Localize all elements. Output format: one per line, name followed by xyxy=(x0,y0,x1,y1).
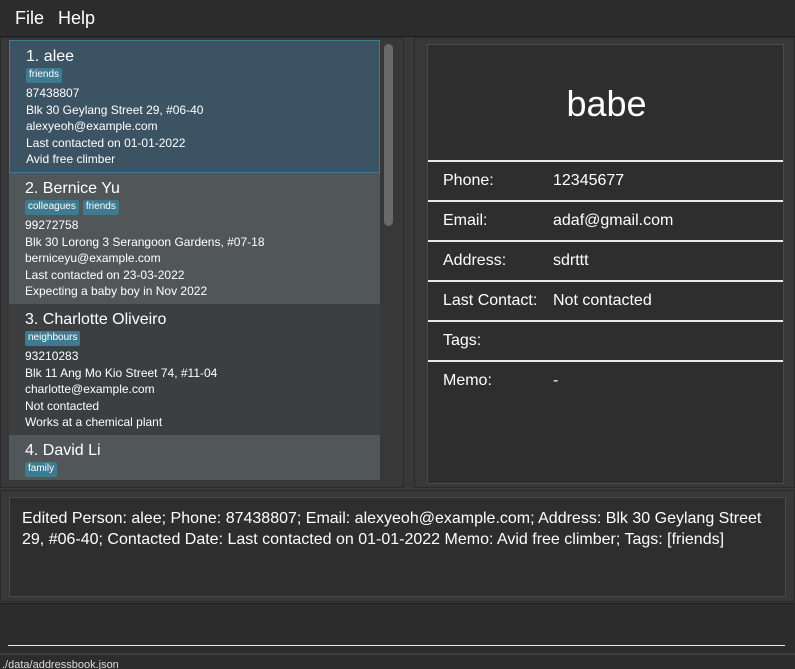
person-address: Blk 30 Geylang Street 29, #06-40 xyxy=(26,102,204,117)
person-contact: Not contacted xyxy=(25,398,100,413)
person-card-selected[interactable]: 1. alee friends 87438807 Blk 30 Geylang … xyxy=(9,40,380,173)
command-box-panel xyxy=(0,603,795,653)
status-bar: ./data/addressbook.json xyxy=(0,654,795,669)
person-phone: 87438807 xyxy=(26,86,80,100)
person-email: alexyeoh@example.com xyxy=(26,119,158,134)
person-memo: Avid free climber xyxy=(26,152,116,167)
person-name: 3. Charlotte Oliveiro xyxy=(25,311,167,328)
person-card[interactable]: 3. Charlotte Oliveiro neighbours 9321028… xyxy=(9,304,380,435)
person-list-panel: 1. alee friends 87438807 Blk 30 Geylang … xyxy=(0,37,404,488)
person-email: charlotte@example.com xyxy=(25,382,155,397)
phone-label: Phone: xyxy=(443,172,494,189)
address-label: Address: xyxy=(443,252,507,269)
tag-badge: friends xyxy=(82,200,119,215)
result-display: Edited Person: alee; Phone: 87438807; Em… xyxy=(9,497,786,597)
phone-value: 12345677 xyxy=(553,172,625,189)
person-card[interactable]: 4. David Li family 91031282 xyxy=(9,435,380,480)
address-value: sdrttt xyxy=(553,252,589,269)
person-tags: friends xyxy=(26,68,379,83)
person-phone: 99272758 xyxy=(25,218,79,232)
detail-row-address: Address: sdrttt xyxy=(428,240,783,280)
detail-row-memo: Memo: - xyxy=(428,360,783,400)
person-list[interactable]: 1. alee friends 87438807 Blk 30 Geylang … xyxy=(9,40,380,480)
person-detail-panel: babe Phone: 12345677 Email: adaf@gmail.c… xyxy=(414,37,795,488)
person-address: Blk 11 Ang Mo Kio Street 74, #11-04 xyxy=(25,365,218,380)
person-detail-card: babe Phone: 12345677 Email: adaf@gmail.c… xyxy=(427,44,784,484)
person-tags: family xyxy=(25,462,380,477)
person-memo: Expecting a baby boy in Nov 2022 xyxy=(25,284,208,299)
tags-label: Tags: xyxy=(443,332,482,349)
memo-label: Memo: xyxy=(443,372,492,389)
save-location: ./data/addressbook.json xyxy=(2,659,119,669)
detail-name: babe xyxy=(566,83,647,124)
person-address: Blk 30 Lorong 3 Serangoon Gardens, #07-1… xyxy=(25,234,265,249)
menu-file[interactable]: File xyxy=(8,8,51,29)
detail-row-tags: Tags: xyxy=(428,320,783,360)
person-phone: 91031282 xyxy=(25,479,380,480)
app-window: File Help 1. alee friends 87438807 Blk 3… xyxy=(0,0,795,669)
person-contact: Last contacted on 01-01-2022 xyxy=(26,135,186,150)
menu-bar: File Help xyxy=(0,0,795,37)
person-name: 4. David Li xyxy=(25,442,101,459)
person-name: 2. Bernice Yu xyxy=(25,180,120,197)
scrollbar-thumb[interactable] xyxy=(384,44,393,226)
last-contact-label: Last Contact: xyxy=(443,292,538,309)
tag-badge: neighbours xyxy=(25,331,81,346)
person-memo: Works at a chemical plant xyxy=(25,415,163,430)
person-card[interactable]: 2. Bernice Yu colleagues friends 9927275… xyxy=(9,173,380,304)
detail-row-phone: Phone: 12345677 xyxy=(428,160,783,200)
list-scrollbar[interactable] xyxy=(384,42,393,482)
person-phone: 93210283 xyxy=(25,349,79,363)
person-tags: neighbours xyxy=(25,331,380,346)
person-tags: colleagues friends xyxy=(25,200,380,215)
email-label: Email: xyxy=(443,212,488,229)
tag-badge: colleagues xyxy=(25,200,79,215)
tag-badge: family xyxy=(25,462,58,477)
person-email: berniceyu@example.com xyxy=(25,251,161,266)
person-name: 1. alee xyxy=(26,48,75,65)
menu-help[interactable]: Help xyxy=(51,8,102,29)
memo-value: - xyxy=(553,372,559,389)
tag-badge: friends xyxy=(26,68,63,83)
last-contact-value: Not contacted xyxy=(553,292,652,309)
person-contact: Last contacted on 23-03-2022 xyxy=(25,267,185,282)
email-value: adaf@gmail.com xyxy=(553,212,674,229)
detail-row-last-contact: Last Contact: Not contacted xyxy=(428,280,783,320)
command-input[interactable] xyxy=(8,610,785,646)
detail-row-email: Email: adaf@gmail.com xyxy=(428,200,783,240)
result-display-panel: Edited Person: alee; Phone: 87438807; Em… xyxy=(0,490,795,602)
